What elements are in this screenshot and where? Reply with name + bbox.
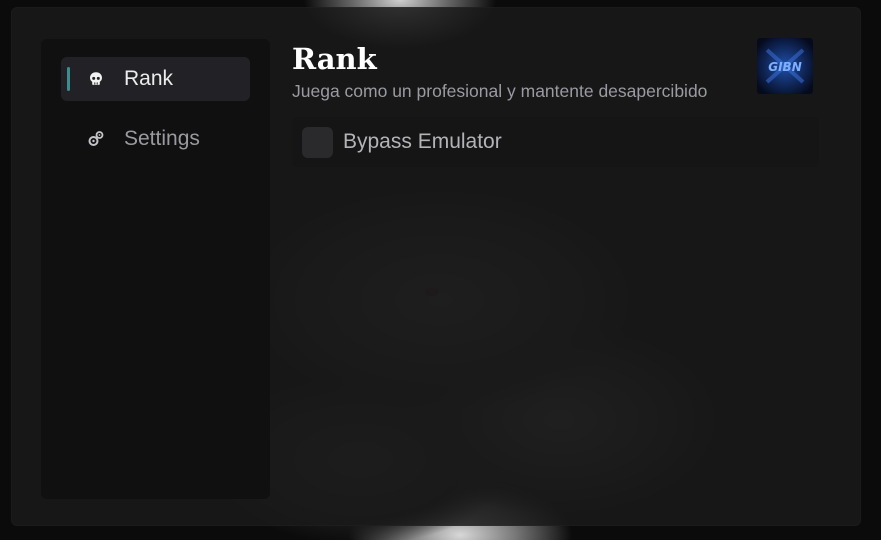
sidebar-item-rank[interactable]: Rank — [61, 57, 250, 101]
main-window: Rank Settings Rank Juega como un profesi… — [11, 7, 861, 526]
user-avatar-logo: GIBN — [757, 38, 813, 94]
page-subtitle: Juega como un profesional y mantente des… — [292, 81, 708, 101]
sidebar-item-label: Rank — [124, 67, 174, 90]
sidebar-item-label: Settings — [124, 127, 200, 150]
page-title: Rank — [292, 42, 377, 76]
svg-text:GIBN: GIBN — [768, 60, 802, 74]
bypass-emulator-checkbox[interactable] — [302, 127, 333, 158]
sidebar-item-settings[interactable]: Settings — [61, 117, 250, 161]
option-label: Bypass Emulator — [343, 130, 502, 153]
gears-icon — [87, 130, 105, 148]
option-row-bypass-emulator: Bypass Emulator — [292, 117, 819, 167]
active-indicator — [67, 67, 70, 91]
skull-icon — [87, 70, 105, 88]
sidebar: Rank Settings — [41, 39, 270, 499]
